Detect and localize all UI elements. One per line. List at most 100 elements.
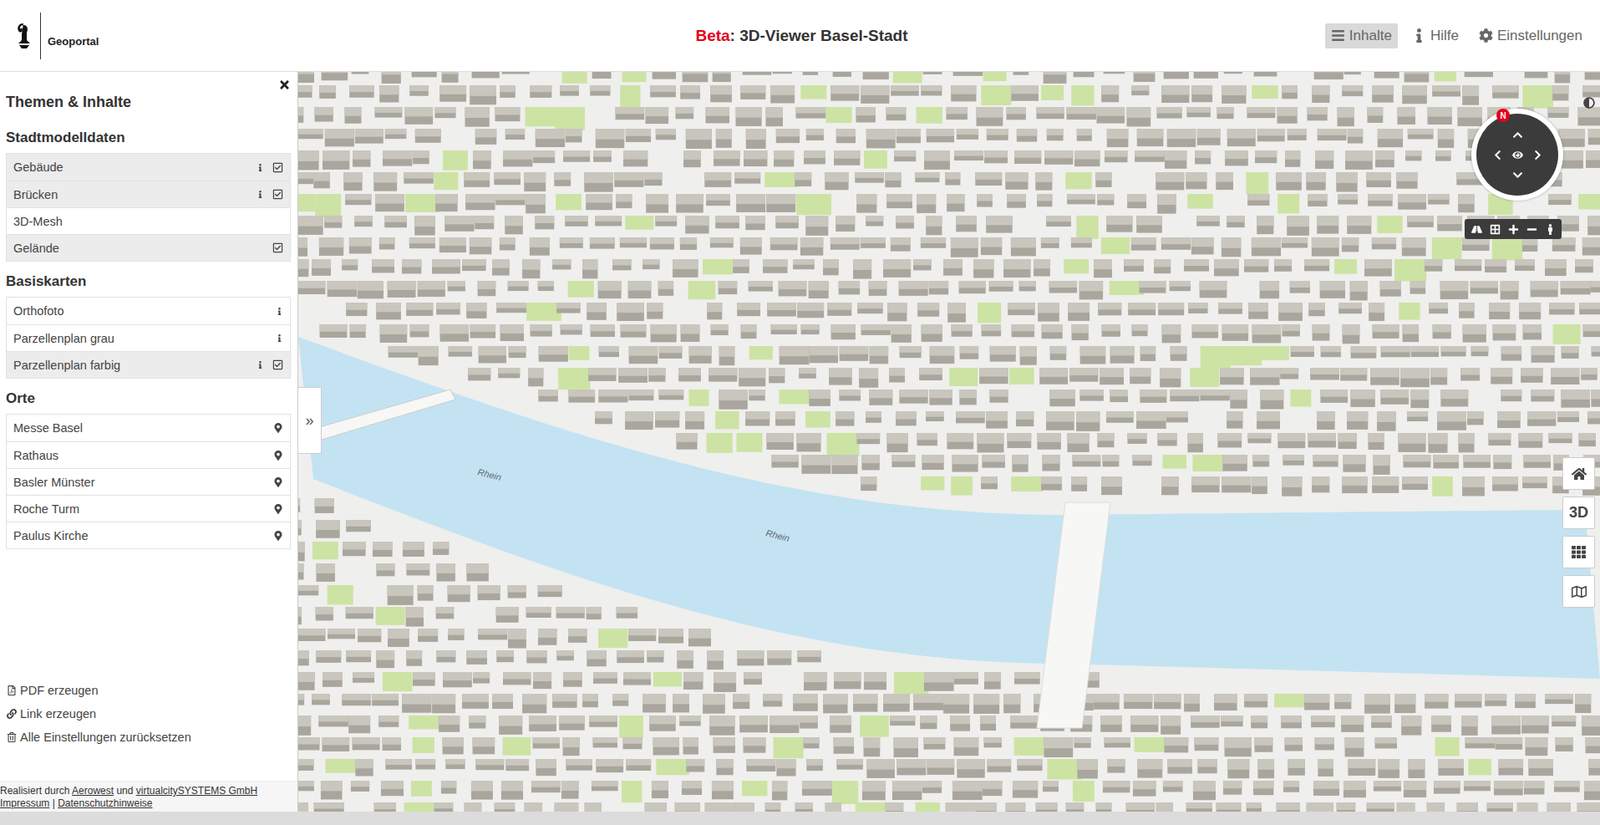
building xyxy=(1370,367,1400,386)
map-view[interactable]: RheinRhein» N 3D xyxy=(298,71,1600,812)
checkbox-checked-icon[interactable] xyxy=(272,242,284,254)
zoom-in-icon[interactable] xyxy=(1504,221,1522,237)
layer-item[interactable]: Gelände xyxy=(6,233,290,261)
map-pin-icon[interactable] xyxy=(273,503,284,514)
map-button[interactable] xyxy=(1562,574,1595,608)
building xyxy=(797,650,821,662)
building xyxy=(1342,324,1361,344)
building xyxy=(718,280,738,295)
building xyxy=(472,150,492,169)
checkbox-checked-icon[interactable] xyxy=(272,188,284,200)
building xyxy=(1372,324,1400,339)
grid-view-icon[interactable] xyxy=(1486,221,1504,237)
checkbox-checked-icon[interactable] xyxy=(272,162,284,173)
info-icon[interactable] xyxy=(275,334,284,342)
building xyxy=(743,736,767,753)
info-icon[interactable] xyxy=(256,360,265,369)
footer-link[interactable]: Datenschutzhinweise xyxy=(57,797,153,809)
building xyxy=(1287,128,1307,141)
compass[interactable]: N xyxy=(1471,108,1564,201)
building xyxy=(534,215,554,229)
building xyxy=(861,324,891,336)
building xyxy=(447,280,466,291)
place-item[interactable]: Basler Münster xyxy=(6,467,290,495)
layer-item[interactable]: Parzellenplan farbig xyxy=(6,350,290,378)
building xyxy=(1402,324,1419,342)
building xyxy=(298,71,315,83)
sidebar-toggle[interactable]: » xyxy=(298,386,322,454)
place-item[interactable]: Messe Basel xyxy=(6,414,290,442)
contrast-icon[interactable] xyxy=(1583,96,1595,109)
info-icon[interactable] xyxy=(275,307,284,315)
building xyxy=(705,802,736,812)
building xyxy=(794,172,812,187)
rotate-left-icon[interactable] xyxy=(1492,149,1504,161)
home-button[interactable] xyxy=(1562,457,1595,490)
footer-link[interactable]: Aerowest xyxy=(71,784,114,797)
tilt-up-icon[interactable] xyxy=(1512,129,1524,141)
building xyxy=(1432,454,1459,468)
building xyxy=(298,671,315,691)
rotate-right-icon[interactable] xyxy=(1532,149,1544,161)
building xyxy=(298,280,326,295)
action-link[interactable]: Link erzeugen xyxy=(6,706,291,721)
checkbox-checked-icon[interactable] xyxy=(272,359,284,371)
nav-button[interactable]: Hilfe xyxy=(1406,23,1465,49)
layer-item[interactable]: 3D-Mesh xyxy=(6,207,290,234)
pedestrian-icon[interactable] xyxy=(1541,221,1559,237)
action-link[interactable]: Alle Einstellungen zurücksetzen xyxy=(6,730,291,744)
map-pin-icon[interactable] xyxy=(273,530,284,541)
building xyxy=(1153,259,1171,274)
building xyxy=(1312,454,1338,468)
building xyxy=(772,71,793,74)
building xyxy=(594,411,613,424)
eye-icon[interactable] xyxy=(1512,149,1524,161)
building xyxy=(628,280,652,299)
building xyxy=(628,389,654,401)
place-item[interactable]: Rathaus xyxy=(6,441,290,468)
nav-button[interactable]: Inhalte xyxy=(1325,23,1398,49)
building xyxy=(1590,389,1600,407)
building xyxy=(1337,432,1357,449)
city-model-3d[interactable]: RheinRhein xyxy=(298,71,1600,812)
map-pin-icon[interactable] xyxy=(273,450,284,461)
bridge xyxy=(1036,502,1111,728)
building xyxy=(1130,715,1159,732)
place-item[interactable]: Paulus Kirche xyxy=(6,521,290,549)
action-link[interactable]: PDF erzeugen xyxy=(6,683,291,697)
brand[interactable]: Geoportal xyxy=(15,12,316,60)
layer-item[interactable]: Orthofoto xyxy=(6,297,290,325)
building xyxy=(1074,150,1100,167)
building xyxy=(959,280,986,294)
nav-button[interactable]: Einstellungen xyxy=(1473,23,1589,49)
mode-button[interactable]: 3D xyxy=(1562,496,1595,529)
building xyxy=(593,736,618,747)
building xyxy=(1371,237,1397,249)
layer-item[interactable]: Parzellenplan grau xyxy=(6,324,290,351)
map-pin-icon[interactable] xyxy=(273,422,284,433)
building xyxy=(526,606,552,618)
road-icon[interactable] xyxy=(1467,221,1485,237)
layer-item[interactable]: Brücken xyxy=(6,180,290,208)
building xyxy=(745,215,765,230)
footer-link[interactable]: virtualcitySYSTEMS GmbH xyxy=(136,784,258,797)
footer-link[interactable]: Impressum xyxy=(0,797,50,809)
tilt-down-icon[interactable] xyxy=(1512,169,1524,181)
building xyxy=(401,693,432,713)
building xyxy=(342,541,366,556)
building xyxy=(406,302,433,316)
building xyxy=(315,606,334,620)
building xyxy=(1167,128,1196,148)
building xyxy=(1285,736,1303,752)
building xyxy=(835,411,854,427)
map-pin-icon[interactable] xyxy=(273,477,284,488)
info-icon[interactable] xyxy=(256,190,265,199)
info-icon[interactable] xyxy=(256,163,265,172)
layer-item[interactable]: Gebäude xyxy=(6,153,290,181)
building xyxy=(474,215,494,229)
place-item[interactable]: Roche Turm xyxy=(6,494,290,522)
zoom-out-icon[interactable] xyxy=(1523,221,1540,237)
grid-button[interactable] xyxy=(1562,535,1595,569)
building xyxy=(439,85,467,102)
close-button[interactable] xyxy=(278,78,291,92)
